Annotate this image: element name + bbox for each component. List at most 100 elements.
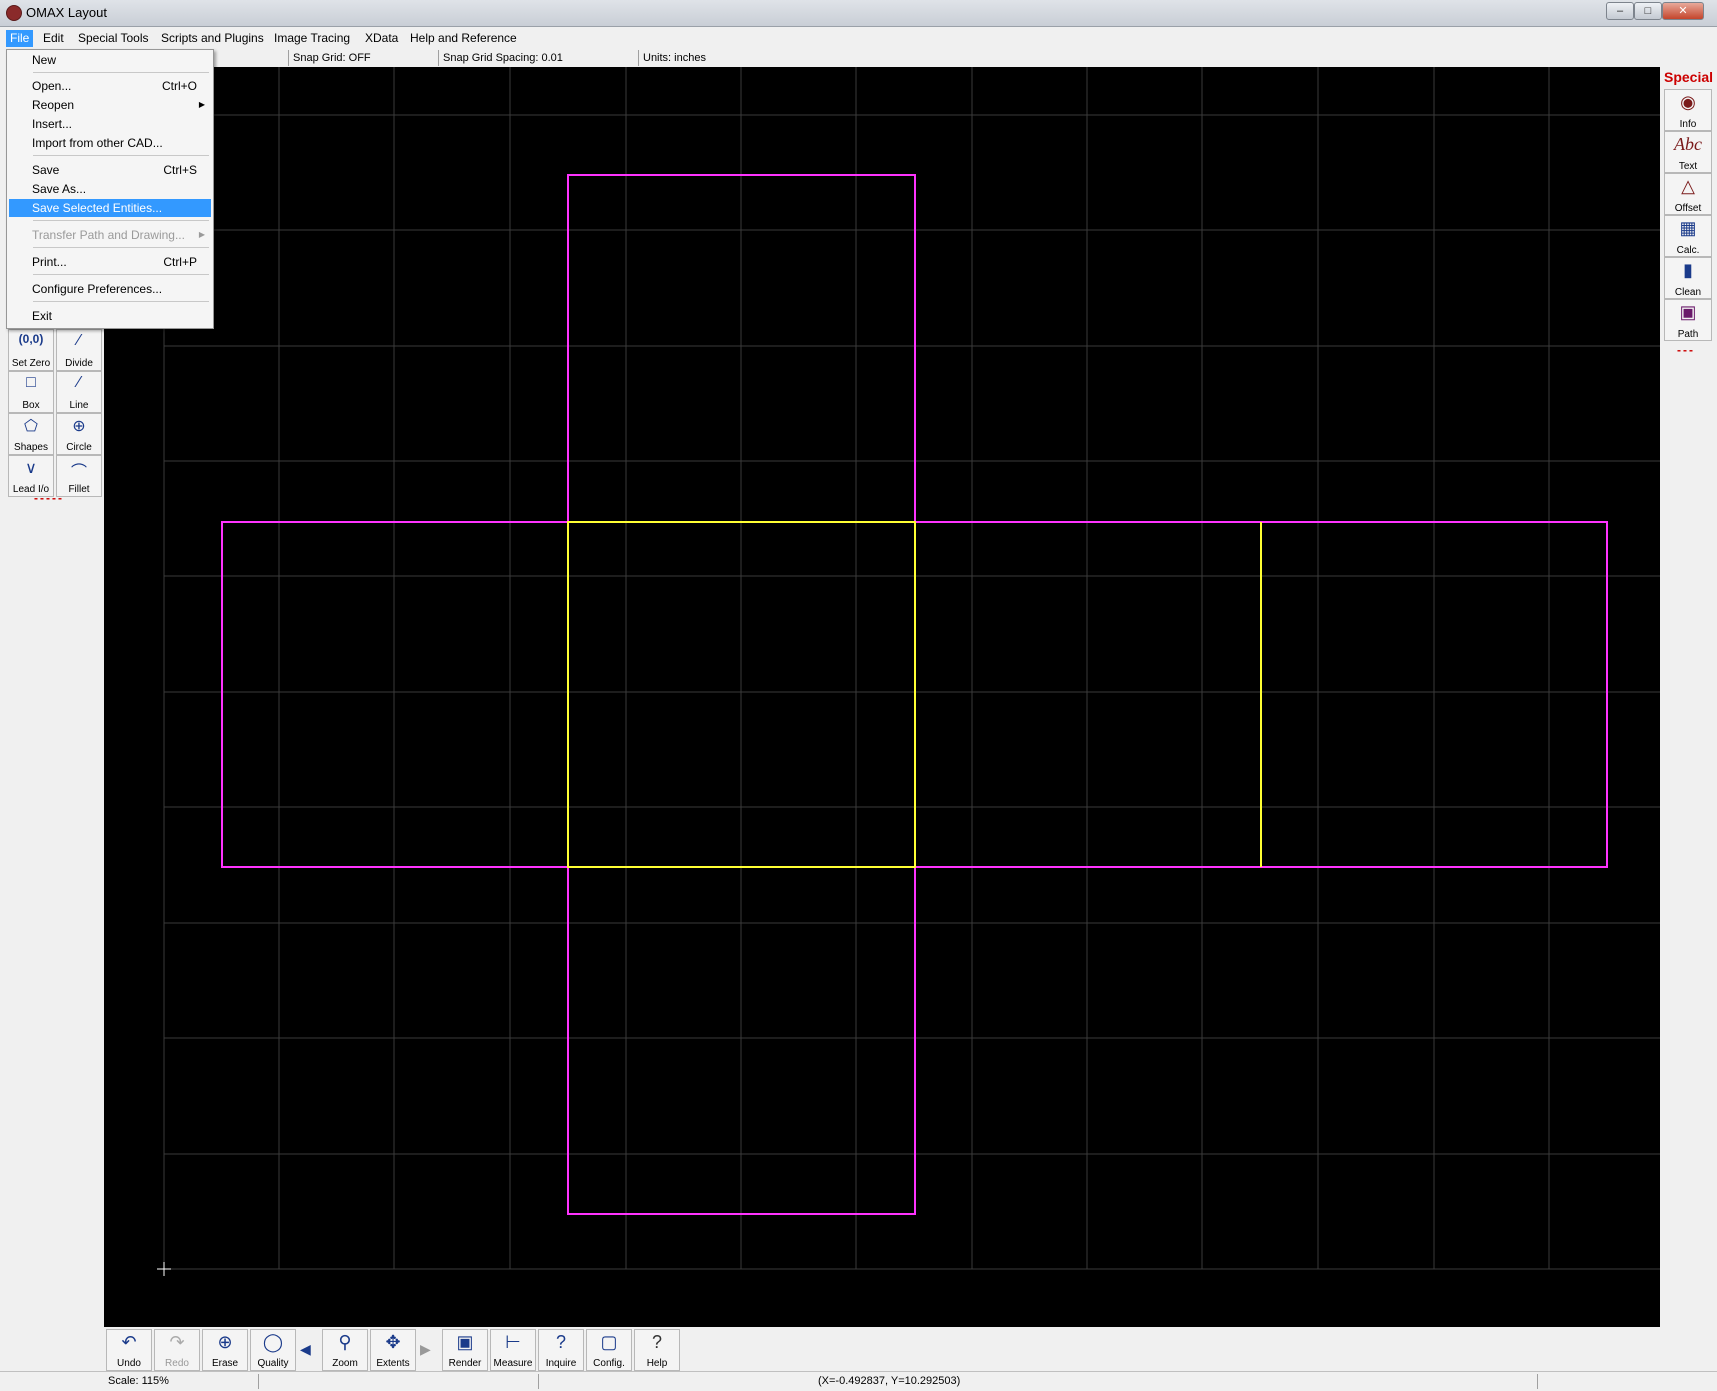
quality-icon: ◯ <box>262 1332 284 1352</box>
arrow-right-icon[interactable]: ▶ <box>420 1341 431 1358</box>
set-zero-button[interactable]: (0,0) Set Zero <box>8 329 54 371</box>
info-icon: ◉ <box>1680 92 1696 112</box>
menu-item-print[interactable]: Print... Ctrl+P <box>9 253 211 271</box>
menu-item-insert[interactable]: Insert... <box>9 115 211 133</box>
config-button[interactable]: ▢ Config. <box>586 1329 632 1371</box>
menu-separator <box>33 247 209 248</box>
coordinates-status: (X=-0.492837, Y=10.292503) <box>538 1374 1538 1389</box>
path-button[interactable]: ▣ Path <box>1664 299 1712 341</box>
shapes-icon: ⬠ <box>24 418 38 435</box>
divide-button[interactable]: ∕ Divide <box>56 329 102 371</box>
lead-io-icon: ∨ <box>25 460 37 477</box>
menu-separator <box>33 220 209 221</box>
special-header: Special <box>1663 69 1714 85</box>
maximize-button[interactable]: □ <box>1634 2 1662 20</box>
right-toolbar-separator: --- <box>1677 343 1695 357</box>
fillet-icon: ⌒ <box>70 464 87 481</box>
inquire-icon: ? <box>555 1332 566 1352</box>
minimize-button[interactable]: – <box>1606 2 1634 20</box>
grid <box>163 67 1660 1270</box>
calc-button[interactable]: ▦ Calc. <box>1664 215 1712 257</box>
menu-separator <box>33 72 209 73</box>
drawing-canvas[interactable] <box>104 67 1660 1327</box>
zoom-button[interactable]: ⚲ Zoom <box>322 1329 368 1371</box>
render-icon: ▣ <box>456 1332 474 1352</box>
info-button[interactable]: ◉ Info <box>1664 89 1712 131</box>
circle-button[interactable]: ⊕ Circle <box>56 413 102 455</box>
box-button[interactable]: □ Box <box>8 371 54 413</box>
redo-button[interactable]: ↷ Redo <box>154 1329 200 1371</box>
measure-button[interactable]: ⊢ Measure <box>490 1329 536 1371</box>
erase-icon: ⊕ <box>217 1332 233 1352</box>
clean-icon: ▮ <box>1683 260 1693 280</box>
monitor-icon: ▢ <box>600 1332 618 1352</box>
menu-separator <box>33 155 209 156</box>
status-empty <box>258 1374 539 1389</box>
units-status: Units: inches <box>638 50 843 66</box>
menu-item-transfer[interactable]: Transfer Path and Drawing... ▶ <box>9 226 211 244</box>
origin-marker <box>157 1262 171 1276</box>
menu-item-new[interactable]: New <box>9 51 211 69</box>
text-icon: Abc <box>1674 134 1702 154</box>
menu-help-reference[interactable]: Help and Reference <box>406 30 521 47</box>
set-zero-icon: (0,0) <box>18 332 44 346</box>
snap-grid-status: Snap Grid: OFF <box>288 50 433 66</box>
fold-lines[interactable] <box>567 521 1262 868</box>
menu-item-save-selected[interactable]: Save Selected Entities... <box>9 199 211 217</box>
menu-item-configure[interactable]: Configure Preferences... <box>9 280 211 298</box>
menu-item-open[interactable]: Open... Ctrl+O <box>9 77 211 95</box>
zoom-icon: ⚲ <box>338 1332 352 1352</box>
line-button[interactable]: ∕ Line <box>56 371 102 413</box>
menu-special-tools[interactable]: Special Tools <box>74 30 153 47</box>
menu-image-tracing[interactable]: Image Tracing <box>270 30 354 47</box>
text-button[interactable]: Abc Text <box>1664 131 1712 173</box>
menu-item-import[interactable]: Import from other CAD... <box>9 134 211 152</box>
line-icon: ∕ <box>77 374 81 391</box>
scale-status: Scale: 115% <box>104 1374 259 1389</box>
snap-spacing-status: Snap Grid Spacing: 0.01 <box>438 50 633 66</box>
extents-icon: ✥ <box>385 1332 401 1352</box>
quality-button[interactable]: ◯ Quality <box>250 1329 296 1371</box>
help-icon: ? <box>651 1332 662 1352</box>
measure-icon: ⊢ <box>505 1332 521 1352</box>
window-title: OMAX Layout <box>26 5 107 20</box>
extents-button[interactable]: ✥ Extents <box>370 1329 416 1371</box>
menu-item-exit[interactable]: Exit <box>9 307 211 325</box>
shapes-button[interactable]: ⬠ Shapes <box>8 413 54 455</box>
submenu-arrow-icon: ▶ <box>198 100 205 109</box>
menu-scripts-plugins[interactable]: Scripts and Plugins <box>157 30 268 47</box>
bottom-toolbar: ↶ Undo ↷ Redo ⊕ Erase ◯ Quality ◀ ⚲ Zoom… <box>104 1327 1660 1371</box>
offset-icon: △ <box>1681 176 1695 196</box>
menu-file[interactable]: File <box>6 30 34 47</box>
drawing-svg[interactable] <box>104 67 1660 1327</box>
menu-item-save-as[interactable]: Save As... <box>9 180 211 198</box>
file-menu-dropdown: New Open... Ctrl+O Reopen ▶ Insert... Impo… <box>6 49 214 329</box>
inquire-button[interactable]: ? Inquire <box>538 1329 584 1371</box>
clean-button[interactable]: ▮ Clean <box>1664 257 1712 299</box>
menu-xdata[interactable]: XData <box>361 30 402 47</box>
help-button[interactable]: ? Help <box>634 1329 680 1371</box>
circle-icon: ⊕ <box>72 418 86 435</box>
close-button[interactable]: ✕ <box>1662 2 1704 20</box>
undo-button[interactable]: ↶ Undo <box>106 1329 152 1371</box>
box-icon: □ <box>26 374 36 391</box>
menu-bar: File Edit Special Tools Scripts and Plug… <box>0 27 1717 49</box>
menu-separator <box>33 301 209 302</box>
calculator-icon: ▦ <box>1679 218 1697 238</box>
menu-item-reopen[interactable]: Reopen ▶ <box>9 96 211 114</box>
render-button[interactable]: ▣ Render <box>442 1329 488 1371</box>
title-bar: OMAX Layout – □ ✕ <box>0 0 1717 27</box>
right-toolbar: Special ◉ Info Abc Text △ Offset ▦ Calc.… <box>1660 67 1717 1357</box>
redo-icon: ↷ <box>169 1332 185 1352</box>
undo-icon: ↶ <box>121 1332 137 1352</box>
arrow-left-icon[interactable]: ◀ <box>300 1341 311 1358</box>
status-bar: Scale: 115% (X=-0.492837, Y=10.292503) <box>0 1371 1717 1391</box>
erase-button[interactable]: ⊕ Erase <box>202 1329 248 1371</box>
menu-edit[interactable]: Edit <box>39 30 68 47</box>
app-icon <box>6 5 22 21</box>
path-icon: ▣ <box>1679 302 1697 322</box>
offset-button[interactable]: △ Offset <box>1664 173 1712 215</box>
menu-item-save[interactable]: Save Ctrl+S <box>9 161 211 179</box>
menu-separator <box>33 274 209 275</box>
info-bar: Snap Grid: OFF Snap Grid Spacing: 0.01 U… <box>0 49 1717 67</box>
